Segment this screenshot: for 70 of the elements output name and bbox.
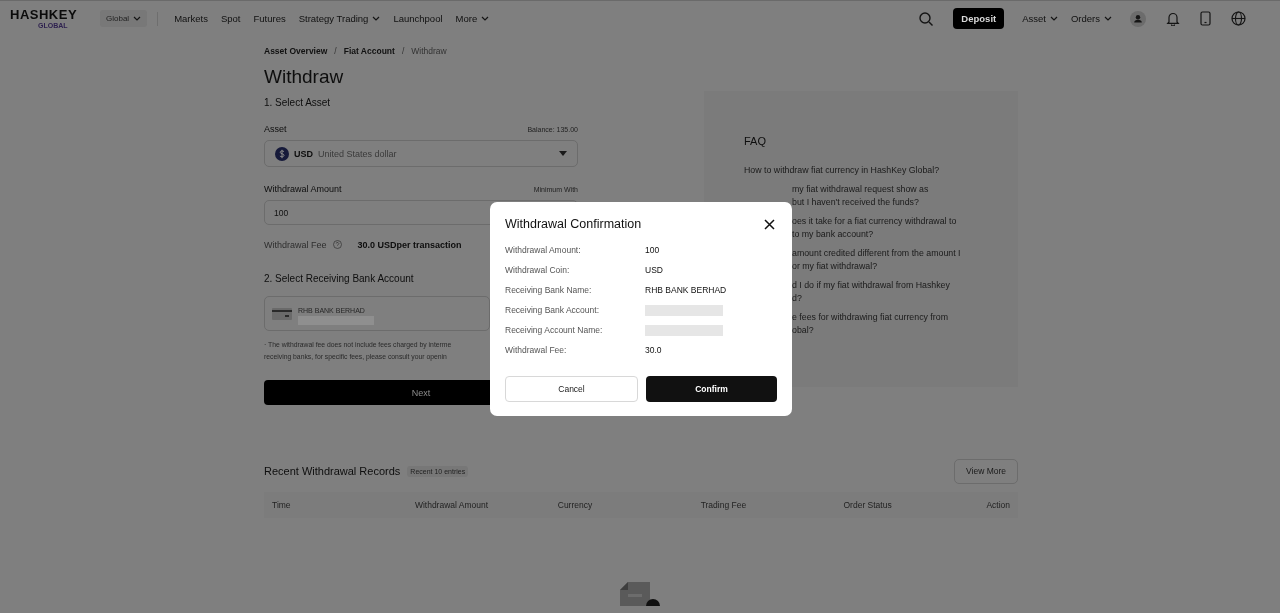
detail-value: USD xyxy=(645,265,663,275)
deposit-button[interactable]: Deposit xyxy=(953,8,1005,29)
phone-icon xyxy=(1200,11,1211,26)
fee-label: Withdrawal Fee xyxy=(264,239,327,250)
region-selector[interactable]: Global xyxy=(100,10,148,27)
breadcrumb-link[interactable]: Asset Overview xyxy=(264,45,328,56)
detail-label: Withdrawal Amount: xyxy=(505,245,582,255)
faq-link[interactable]: d I do if my fiat withdrawal from Hashkey xyxy=(792,279,950,292)
faq-link[interactable]: amount credited different from the amount I xyxy=(792,247,961,260)
column-header: Time xyxy=(272,500,292,510)
faq-link[interactable]: d? xyxy=(792,292,802,305)
bank-card-icon xyxy=(272,307,292,320)
asset-name: United States dollar xyxy=(318,148,397,159)
detail-label: Withdrawal Coin: xyxy=(505,265,571,275)
asset-code: USD xyxy=(294,148,313,159)
breadcrumb-separator: / xyxy=(334,45,337,56)
caret-down-icon xyxy=(559,151,567,156)
search-icon xyxy=(919,11,934,26)
faq-title: FAQ xyxy=(744,135,767,147)
column-header: Order Status xyxy=(843,500,893,510)
fee-value: 30.0 USDper transaction xyxy=(357,239,462,250)
nav-link[interactable]: Strategy Trading xyxy=(298,13,381,24)
cancel-button[interactable]: Cancel xyxy=(505,376,638,402)
detail-label: Receiving Bank Name: xyxy=(505,285,593,295)
detail-label: Receiving Bank Account: xyxy=(505,305,601,315)
column-header: Withdrawal Amount xyxy=(414,500,490,510)
detail-label: Receiving Account Name: xyxy=(505,325,604,335)
detail-label: Withdrawal Fee: xyxy=(505,345,568,355)
bell-icon xyxy=(1166,11,1180,26)
nav-link[interactable]: Orders xyxy=(1070,13,1112,24)
dollar-coin-icon xyxy=(275,146,289,161)
section-heading: 1. Select Asset xyxy=(264,96,332,110)
nav-link[interactable]: Launchpool xyxy=(393,13,443,24)
detail-value: 30.0 xyxy=(645,345,662,355)
section-heading: Recent Withdrawal Records xyxy=(264,465,401,477)
faq-link[interactable]: oes it take for a fiat currency withdrawal to xyxy=(792,215,957,228)
faq-link[interactable]: obal? xyxy=(792,324,814,337)
logo-wordmark: HASHKEY xyxy=(10,7,79,21)
view-more-button[interactable]: View More xyxy=(954,458,1018,484)
detail-value: RHB BANK BERHAD xyxy=(645,285,727,295)
detail-value: 100 xyxy=(645,245,660,255)
help-icon xyxy=(332,240,342,249)
breadcrumb-link[interactable]: Fiat Account xyxy=(343,45,395,56)
faq-link[interactable]: or my fiat withdrawal? xyxy=(792,260,878,273)
nav-link[interactable]: Asset xyxy=(1022,13,1058,24)
column-header: Currency xyxy=(557,500,594,510)
empty-document-icon xyxy=(620,582,662,606)
field-label: Asset xyxy=(264,124,287,134)
nav-link[interactable]: More xyxy=(455,13,490,24)
close-button[interactable] xyxy=(762,216,777,232)
column-header: Trading Fee xyxy=(700,500,748,510)
globe-icon xyxy=(1231,11,1246,26)
page-title: Withdraw xyxy=(264,65,345,89)
faq-link[interactable]: my fiat withdrawal request show as xyxy=(792,183,929,196)
confirm-button[interactable]: Confirm xyxy=(646,376,777,402)
nav-link[interactable]: Futures xyxy=(253,13,286,24)
nav-link[interactable]: Markets xyxy=(174,13,208,24)
column-header: Action xyxy=(986,500,1010,510)
faq-link[interactable]: to my bank account? xyxy=(792,228,874,241)
asset-select[interactable]: USD United States dollar xyxy=(264,140,578,167)
section-heading: 2. Select Receiving Bank Account xyxy=(264,272,415,286)
breadcrumb-link[interactable]: Withdraw xyxy=(411,45,447,56)
close-icon xyxy=(764,218,775,230)
chevron-down-icon xyxy=(133,16,142,21)
faq-link[interactable]: e fees for withdrawing fiat currency from xyxy=(792,311,948,324)
avatar-icon xyxy=(1130,10,1146,27)
field-label: Withdrawal Amount xyxy=(264,184,342,194)
breadcrumb-separator: / xyxy=(401,45,405,56)
faq-link[interactable]: How to withdraw fiat currency in HashKey Global? xyxy=(744,164,940,177)
nav-link[interactable]: Spot xyxy=(220,13,241,24)
